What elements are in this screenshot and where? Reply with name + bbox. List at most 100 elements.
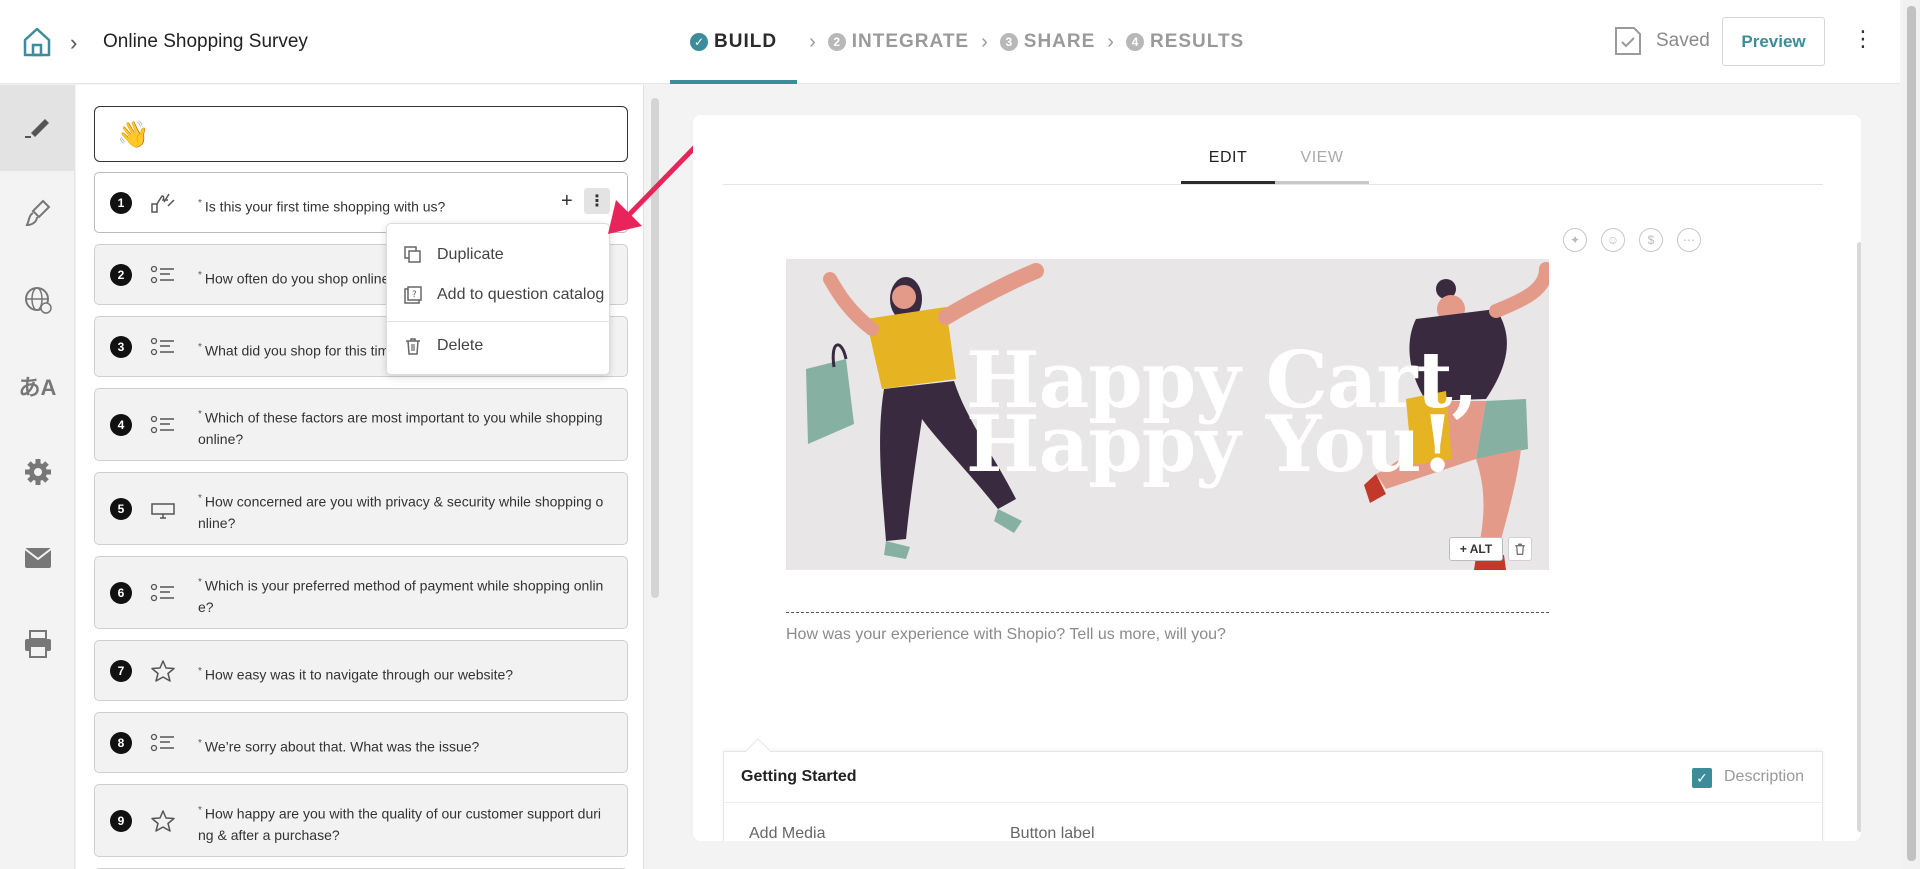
- left-rail: あA: [0, 85, 75, 869]
- rail-print[interactable]: [0, 601, 75, 687]
- list-icon: [150, 265, 174, 284]
- question-number: 9: [110, 810, 132, 832]
- welcome-banner-image[interactable]: Happy Cart, Happy You! + ALT: [786, 259, 1549, 570]
- scrollbar-thumb[interactable]: [1907, 6, 1916, 861]
- star-icon: [151, 660, 175, 682]
- save-status: Saved: [1614, 26, 1710, 56]
- rail-translate[interactable]: あA: [0, 343, 75, 429]
- question-card[interactable]: 7 * How easy was it to navigate through o…: [94, 640, 628, 701]
- delete-menu-item[interactable]: Delete: [387, 328, 611, 364]
- editor-tabs: EDIT VIEW: [1181, 135, 1369, 185]
- description-checkbox[interactable]: ✓: [1692, 768, 1712, 788]
- add-to-catalog-menu-item[interactable]: ? Add to question catalog: [387, 277, 611, 313]
- step-number: 2: [827, 33, 846, 51]
- question-number: 7: [110, 660, 132, 682]
- description-text[interactable]: How was your experience with Shopio? Tel…: [786, 626, 1226, 644]
- waving-hand-icon: 👋: [117, 119, 150, 149]
- questions-panel: 👋 1 * Is this your first time shopping wi…: [76, 85, 644, 869]
- question-card[interactable]: 9 * How happy are you with the quality of…: [94, 784, 628, 857]
- translate-icon: あA: [18, 375, 57, 400]
- tab-view[interactable]: VIEW: [1275, 135, 1369, 185]
- description-label: Description: [1724, 768, 1805, 785]
- step-build[interactable]: ✓ BUILD: [670, 0, 798, 84]
- question-card[interactable]: 8 * We’re sorry about that. What was the …: [94, 712, 628, 773]
- question-card[interactable]: 5 * How concerned are you with privacy & …: [94, 472, 628, 545]
- panel-title: Getting Started: [741, 768, 857, 785]
- preview-button[interactable]: Preview: [1722, 17, 1825, 66]
- pen-icon: [24, 119, 49, 138]
- rail-notifications[interactable]: [0, 515, 75, 601]
- step-results[interactable]: 4 RESULTS: [1125, 0, 1245, 84]
- question-number: 4: [110, 414, 132, 436]
- print-icon: [24, 630, 51, 658]
- tab-edit[interactable]: EDIT: [1181, 135, 1275, 185]
- question-number: 3: [110, 336, 132, 358]
- svg-text:?: ?: [412, 290, 417, 300]
- step-label: RESULTS: [1149, 31, 1245, 52]
- question-number: 1: [110, 192, 132, 214]
- chevron-right-icon: ›: [981, 30, 988, 53]
- question-text: How concerned are you with privacy & sec…: [198, 493, 604, 531]
- list-icon: [150, 337, 174, 356]
- banner-headline: Happy Cart, Happy You!: [966, 342, 1479, 484]
- breadcrumb-chevron-icon: ›: [70, 30, 78, 55]
- monitor-icon: [151, 503, 175, 519]
- list-icon: [150, 733, 174, 752]
- divider: [723, 184, 1823, 185]
- save-icon: [1615, 27, 1641, 55]
- question-number: 5: [110, 498, 132, 520]
- paint-brush-icon: [24, 199, 50, 227]
- add-icon[interactable]: +: [561, 190, 573, 213]
- menu-divider: [387, 321, 611, 322]
- delete-image-button[interactable]: [1508, 537, 1532, 561]
- step-number: 4: [1125, 33, 1144, 51]
- trash-icon: [403, 336, 423, 356]
- duplicate-menu-item[interactable]: Duplicate: [387, 237, 611, 273]
- add-media-label: Add Media: [749, 825, 826, 841]
- question-text: How easy was it to navigate through our …: [204, 666, 514, 683]
- welcome-screen-card[interactable]: 👋: [94, 106, 628, 162]
- step-label: INTEGRATE: [851, 31, 970, 52]
- question-text: Is this your first time shopping with us…: [204, 198, 446, 215]
- menu-label: Add to question catalog: [437, 286, 605, 303]
- check-icon: ✓: [690, 33, 708, 51]
- home-icon[interactable]: [22, 26, 52, 58]
- gear-icon: [24, 459, 51, 485]
- question-number: 8: [110, 732, 132, 754]
- divider: [724, 802, 1824, 803]
- dollar-icon[interactable]: $: [1639, 228, 1663, 252]
- button-label-label: Button label: [1010, 825, 1095, 841]
- question-card[interactable]: 4 * Which of these factors are most impor…: [94, 388, 628, 461]
- step-share[interactable]: 3 SHARE: [999, 0, 1096, 84]
- editor-panel: EDIT VIEW ✦ ☺ $ ⋯ Happy Cart, Happy You!…: [693, 115, 1861, 841]
- catalog-icon: ?: [403, 285, 423, 305]
- top-bar: › Online Shopping Survey ✓ BUILD › 2 INT…: [0, 0, 1900, 84]
- page-scrollbar[interactable]: [1903, 0, 1920, 869]
- question-text: Which of these factors are most importan…: [198, 409, 603, 447]
- step-label: SHARE: [1023, 31, 1096, 52]
- question-number: 2: [110, 264, 132, 286]
- saved-label: Saved: [1656, 30, 1710, 51]
- duplicate-icon: [403, 245, 423, 265]
- rail-design[interactable]: [0, 171, 75, 257]
- more-vertical-icon[interactable]: ⋮: [1852, 28, 1874, 50]
- rail-language[interactable]: [0, 257, 75, 343]
- more-horizontal-icon[interactable]: ⋯: [1677, 228, 1701, 252]
- mail-icon: [23, 548, 52, 568]
- star-icon: [151, 810, 175, 832]
- question-card[interactable]: 6 * Which is your preferred method of pay…: [94, 556, 628, 629]
- emoji-icon[interactable]: ☺: [1601, 228, 1625, 252]
- question-number: 6: [110, 582, 132, 604]
- chevron-right-icon: ›: [809, 30, 816, 53]
- editor-scrollbar[interactable]: [1857, 242, 1861, 832]
- menu-label: Duplicate: [437, 246, 504, 263]
- rail-build[interactable]: [0, 85, 75, 171]
- getting-started-panel: Getting Started ✓ Description Add Media …: [723, 751, 1824, 841]
- menu-label: Delete: [437, 337, 484, 354]
- step-integrate[interactable]: 2 INTEGRATE: [827, 0, 970, 84]
- rail-settings[interactable]: [0, 429, 75, 515]
- magic-wand-icon[interactable]: ✦: [1563, 228, 1587, 252]
- survey-title[interactable]: Online Shopping Survey: [103, 31, 308, 53]
- question-context-menu: Duplicate ? Add to question catalog Dele…: [386, 223, 611, 375]
- alt-text-button[interactable]: + ALT: [1449, 537, 1503, 561]
